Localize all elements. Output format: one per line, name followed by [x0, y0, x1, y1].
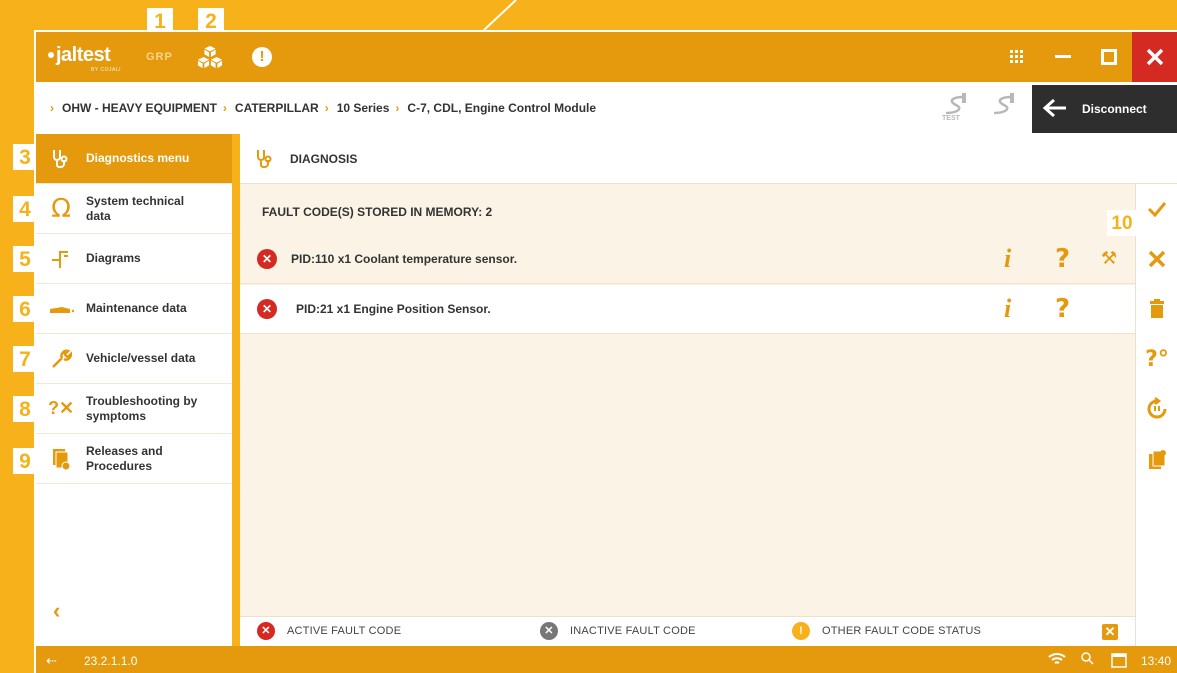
active-fault-icon: ✕ — [257, 299, 277, 319]
troubleshoot-icon[interactable]: ⚒ — [1101, 248, 1117, 269]
active-fault-icon: ✕ — [257, 249, 277, 269]
trash-icon[interactable] — [1136, 284, 1177, 334]
breadcrumb-item[interactable]: OHW - HEAVY EQUIPMENT — [62, 101, 217, 115]
refresh-diagnosis-icon[interactable] — [1136, 384, 1177, 434]
app-window: jaltest BY COJALI GRP ! › OHW - HEAVY EQ… — [34, 30, 1177, 673]
zoom-icon — [1080, 651, 1094, 670]
callout-10: 10 — [1107, 210, 1137, 236]
legend-active: ✕ ACTIVE FAULT CODE — [257, 622, 401, 640]
disconnect-label: Disconnect — [1082, 102, 1147, 116]
wifi-icon — [1048, 652, 1066, 669]
check-icon[interactable] — [1136, 184, 1177, 234]
stethoscope-icon — [240, 148, 290, 170]
fault-legend: ✕ ACTIVE FAULT CODE ✕ INACTIVE FAULT COD… — [240, 616, 1135, 646]
grp-label[interactable]: GRP — [146, 51, 173, 63]
help-icon[interactable]: ? — [1055, 294, 1070, 324]
sidebar-item-label: Vehicle/vessel data — [86, 351, 196, 365]
apps-grid-icon[interactable] — [994, 32, 1040, 82]
omega-icon: Ω — [51, 193, 71, 224]
legend-other: ! OTHER FAULT CODE STATUS — [792, 622, 981, 640]
minimize-button[interactable] — [1040, 32, 1086, 82]
chevron-right-icon: › — [222, 101, 227, 115]
callout-line-top — [483, 0, 517, 30]
diagnosis-panel: DIAGNOSIS FAULT CODE(S) STORED IN MEMORY… — [240, 134, 1135, 646]
test-label: TEST — [942, 115, 960, 122]
legend-inactive: ✕ INACTIVE FAULT CODE — [540, 622, 696, 640]
sidebar-item-label: Troubleshooting by symptoms — [86, 393, 198, 423]
active-fault-icon: ✕ — [257, 622, 275, 640]
close-legend-button[interactable]: ✕ — [1102, 624, 1118, 640]
fault-row[interactable]: ✕ PID:110 x1 Coolant temperature sensor.… — [240, 235, 1135, 284]
app-logo-sub: BY COJALI — [91, 67, 121, 73]
app-logo: jaltest — [56, 44, 111, 66]
collapse-sidebar-icon[interactable]: ‹ — [53, 598, 60, 624]
oil-can-icon — [36, 284, 86, 334]
sidebar-item-label: System technical data — [86, 193, 185, 223]
warning-icon: ! — [792, 622, 810, 640]
title-bar: jaltest BY COJALI GRP ! — [36, 32, 1177, 82]
info-icon[interactable]: i — [1004, 244, 1011, 274]
sidebar-item-label: Maintenance data — [86, 301, 187, 315]
clock: 13:40 — [1140, 654, 1171, 668]
arrow-left-icon — [1042, 96, 1068, 122]
inactive-fault-icon: ✕ — [540, 622, 558, 640]
logo-dot-icon — [48, 52, 54, 58]
status-bar: ⇠ 23.2.1.1.0 13:40 — [36, 646, 1177, 673]
sidebar-item-vehicle-vessel-data[interactable]: Vehicle/vessel data — [36, 334, 232, 384]
chevron-right-icon: › — [324, 101, 329, 115]
legend-active-label: ACTIVE FAULT CODE — [287, 625, 402, 637]
diagram-icon — [36, 234, 86, 284]
chevron-right-icon: › — [395, 101, 400, 115]
sidebar-item-maintenance-data[interactable]: Maintenance data — [36, 284, 232, 334]
cubes-icon[interactable] — [197, 44, 223, 70]
divider — [232, 134, 240, 646]
diagnosis-header: DIAGNOSIS — [240, 134, 1135, 184]
usb-icon: ⇠ — [46, 653, 57, 668]
page-title: DIAGNOSIS — [290, 151, 358, 166]
clear-icon[interactable] — [1136, 234, 1177, 284]
version-label: 23.2.1.1.0 — [84, 654, 138, 668]
disconnect-button[interactable]: Disconnect — [1032, 85, 1177, 133]
report-icon[interactable] — [1136, 434, 1177, 484]
legend-inactive-label: INACTIVE FAULT CODE — [570, 625, 696, 637]
sidebar: Diagnostics menu Ω System technical data… — [36, 134, 232, 646]
question-wrench-icon: ?✕ — [47, 398, 75, 418]
wrench-icon — [36, 334, 86, 384]
sidebar-item-label: Diagnostics menu — [86, 151, 190, 165]
chevron-right-icon: › — [50, 101, 54, 115]
help-icon[interactable]: ? — [1055, 244, 1070, 274]
close-button[interactable] — [1132, 32, 1177, 82]
stethoscope-icon — [36, 134, 86, 184]
alert-icon[interactable]: ! — [252, 47, 272, 67]
fault-text: PID:21 x1 Engine Position Sensor. — [296, 302, 491, 316]
info-icon[interactable]: i — [1004, 294, 1011, 324]
help-settings-icon[interactable]: ?° — [1136, 334, 1177, 384]
fault-count-label: FAULT CODE(S) STORED IN MEMORY: 2 — [262, 205, 493, 219]
breadcrumb-item[interactable]: C-7, CDL, Engine Control Module — [407, 101, 596, 115]
maximize-button[interactable] — [1086, 32, 1132, 82]
breadcrumb-trail: › OHW - HEAVY EQUIPMENT › CATERPILLAR › … — [50, 101, 596, 115]
right-toolbar-top — [1135, 134, 1177, 184]
calendar-icon — [1111, 652, 1127, 671]
sidebar-item-releases-procedures[interactable]: Releases and Procedures — [36, 434, 232, 484]
sidebar-item-diagrams[interactable]: Diagrams — [36, 234, 232, 284]
sidebar-item-troubleshooting[interactable]: ?✕ Troubleshooting by symptoms — [36, 384, 232, 434]
fault-row[interactable]: ✕ PID:21 x1 Engine Position Sensor. i ? — [240, 285, 1135, 334]
test-connector-icon[interactable]: TEST — [942, 93, 970, 125]
sidebar-item-label: Diagrams — [86, 251, 141, 265]
documents-icon — [36, 434, 86, 484]
legend-other-label: OTHER FAULT CODE STATUS — [822, 625, 982, 637]
breadcrumb-item[interactable]: 10 Series — [337, 101, 390, 115]
breadcrumb-item[interactable]: CATERPILLAR — [235, 101, 319, 115]
sidebar-item-diagnostics-menu[interactable]: Diagnostics menu — [36, 134, 232, 184]
fault-text: PID:110 x1 Coolant temperature sensor. — [291, 252, 518, 266]
sidebar-item-system-technical-data[interactable]: Ω System technical data — [36, 184, 232, 234]
sidebar-item-label: Releases and Procedures — [86, 443, 163, 473]
connector-icon[interactable] — [990, 93, 1018, 125]
right-toolbar: ?° — [1135, 184, 1177, 646]
